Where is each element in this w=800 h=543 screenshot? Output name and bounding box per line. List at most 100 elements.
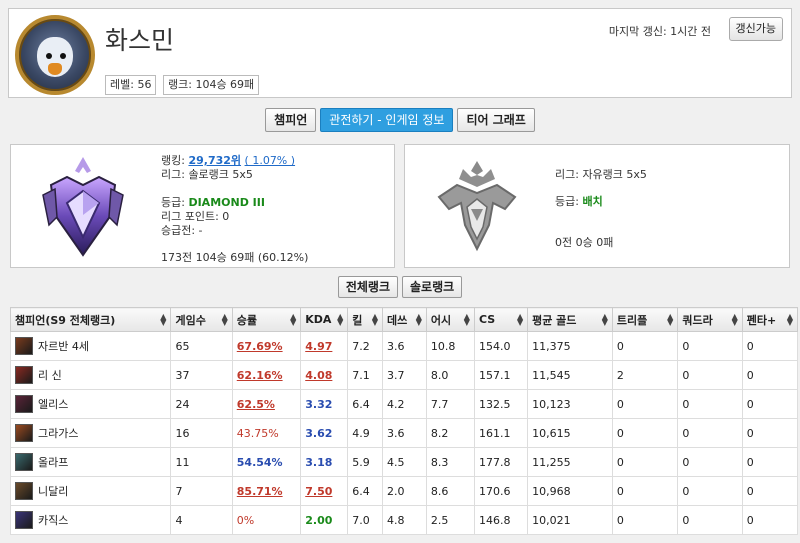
triple-cell: 0 (611, 418, 679, 448)
col-triple-header[interactable]: 트리플 ▲ ▼ (611, 307, 679, 332)
sort-arrows-icon: ▲ ▼ (516, 312, 524, 327)
header-label: 쿼드라 (682, 313, 713, 327)
penta-value: 0 (746, 455, 754, 469)
champion-name: 카직스 (38, 514, 69, 527)
kills-value: 7.0 (352, 513, 370, 527)
champion-cell: 리 신 (9, 360, 172, 390)
refresh-button[interactable]: 갱신가능 (728, 17, 783, 41)
cs-value: 170.6 (478, 484, 511, 498)
cs-cell: 177.8 (473, 447, 529, 477)
col-games-header[interactable]: 게임수 ▲ ▼ (170, 307, 233, 332)
header-label: 평균 골드 (532, 313, 577, 327)
penta-value: 0 (746, 513, 754, 527)
assists-value: 8.6 (430, 484, 449, 498)
last-update-text: 마지막 갱신: 1시간 전 (608, 25, 711, 38)
tab-solo-rank[interactable]: 솔로랭크 (402, 276, 463, 298)
deaths-cell: 3.6 (381, 418, 427, 448)
cs-cell: 157.1 (473, 360, 529, 390)
table-row[interactable]: 그라가스 16 43.75% 3.62 4.9 3.6 8.2 161.1 10,615 0 0 0 (9, 418, 799, 448)
sort-arrows-icon: ▲ ▼ (160, 312, 167, 327)
col-kills-header[interactable]: 킬 ▲ ▼ (347, 307, 383, 332)
table-row[interactable]: 엘리스 24 62.5% 3.32 6.4 4.2 7.7 132.5 10,123 0 0 0 (9, 389, 799, 419)
champion-name: 올라프 (38, 456, 69, 469)
gold-cell: 11,255 (527, 447, 613, 477)
col-kda-header[interactable]: KDA ▲ ▼ (300, 307, 349, 332)
tab-tier-graph[interactable]: 티어 그래프 (457, 108, 535, 132)
promotion-text: 승급전: - (161, 224, 203, 237)
profile-avatar-icon (15, 15, 95, 95)
col-avg-gold-header[interactable]: 평균 골드 ▲ ▼ (527, 307, 613, 332)
player-name: 화스민 (105, 26, 175, 55)
table-row[interactable]: 리 신 37 62.16% 4.08 7.1 3.7 8.0 157.1 11,545 2 0 0 (9, 360, 799, 390)
deaths-value: 3.6 (386, 339, 405, 353)
gold-value: 10,021 (532, 513, 571, 527)
col-champion-header[interactable]: 챔피언(S9 전체랭크) ▲ ▼ (9, 307, 172, 332)
kills-value: 7.1 (352, 368, 370, 382)
kills-cell: 7.2 (347, 331, 383, 361)
gold-cell: 11,375 (527, 331, 613, 361)
kills-cell: 7.0 (347, 505, 383, 535)
table-body: 자르반 4세 65 67.69% 4.97 7.2 3.6 10.8 154.0 11,375 0… (9, 331, 799, 535)
gold-cell: 10,615 (527, 418, 613, 448)
col-penta-header[interactable]: 펜타+ ▲ ▼ (741, 307, 799, 332)
gold-cell: 10,123 (527, 389, 613, 419)
kills-cell: 4.9 (347, 418, 383, 448)
kills-value: 4.9 (352, 426, 370, 440)
penta-cell: 0 (741, 418, 799, 448)
triple-cell: 2 (611, 360, 679, 390)
quadra-cell: 0 (677, 360, 743, 390)
header-label: 킬 (352, 313, 363, 327)
assists-cell: 8.3 (425, 447, 475, 477)
champion-portrait-icon (15, 366, 33, 384)
triple-value: 0 (616, 426, 624, 440)
quadra-cell: 0 (677, 389, 743, 419)
winrate-value: 0% (236, 513, 255, 527)
champion-portrait-icon (15, 395, 33, 413)
games-value: 4 (175, 513, 183, 527)
gold-value: 11,375 (532, 339, 571, 353)
penta-cell: 0 (741, 389, 799, 419)
games-cell: 7 (170, 476, 233, 506)
col-deaths-header[interactable]: 데쓰 ▲ ▼ (381, 307, 427, 332)
assists-cell: 8.2 (425, 418, 475, 448)
quadra-value: 0 (682, 455, 690, 469)
col-cs-header[interactable]: CS ▲ ▼ (473, 307, 529, 332)
penta-cell: 0 (741, 331, 799, 361)
col-assists-header[interactable]: 어시 ▲ ▼ (425, 307, 475, 332)
games-cell: 24 (170, 389, 233, 419)
kda-cell: 3.18 (300, 447, 349, 477)
col-quadra-header[interactable]: 쿼드라 ▲ ▼ (677, 307, 743, 332)
gold-value: 10,968 (532, 484, 571, 498)
gold-cell: 10,021 (527, 505, 613, 535)
cs-cell: 170.6 (473, 476, 529, 506)
penta-cell: 0 (741, 505, 799, 535)
table-row[interactable]: 자르반 4세 65 67.69% 4.97 7.2 3.6 10.8 154.0 11,375 0… (9, 331, 799, 361)
tab-champion[interactable]: 챔피언 (265, 108, 317, 132)
header-label: 트리플 (616, 313, 648, 327)
games-value: 11 (175, 455, 190, 469)
kda-value: 7.50 (305, 484, 333, 498)
diamond-emblem-icon (42, 157, 124, 257)
deaths-value: 4.8 (386, 513, 405, 527)
penta-cell: 0 (741, 476, 799, 506)
deaths-value: 3.6 (386, 426, 405, 440)
kda-value: 2.00 (305, 513, 333, 527)
assists-cell: 8.0 (425, 360, 475, 390)
champion-name: 리 신 (38, 369, 62, 382)
col-winrate-header[interactable]: 승률 ▲ ▼ (231, 307, 302, 332)
tab-spectate[interactable]: 관전하기 - 인게임 정보 (320, 108, 454, 132)
winrate-value: 43.75% (236, 426, 279, 440)
penta-cell: 0 (741, 360, 799, 390)
assists-value: 7.7 (430, 397, 449, 411)
table-row[interactable]: 니달리 7 85.71% 7.50 6.4 2.0 8.6 170.6 10,968 0 0 0 (9, 476, 799, 506)
tab-all-rank[interactable]: 전체랭크 (337, 276, 398, 298)
champion-portrait-icon (15, 482, 33, 500)
table-row[interactable]: 카직스 4 0% 2.00 7.0 4.8 2.5 146.8 10,021 0 0 0 (9, 505, 799, 535)
assists-value: 8.0 (430, 368, 449, 382)
triple-value: 0 (616, 513, 624, 527)
kills-cell: 7.1 (347, 360, 383, 390)
games-value: 24 (175, 397, 190, 411)
quadra-cell: 0 (677, 418, 743, 448)
cs-cell: 161.1 (473, 418, 529, 448)
table-row[interactable]: 올라프 11 54.54% 3.18 5.9 4.5 8.3 177.8 11,255 0 0 0 (9, 447, 799, 477)
